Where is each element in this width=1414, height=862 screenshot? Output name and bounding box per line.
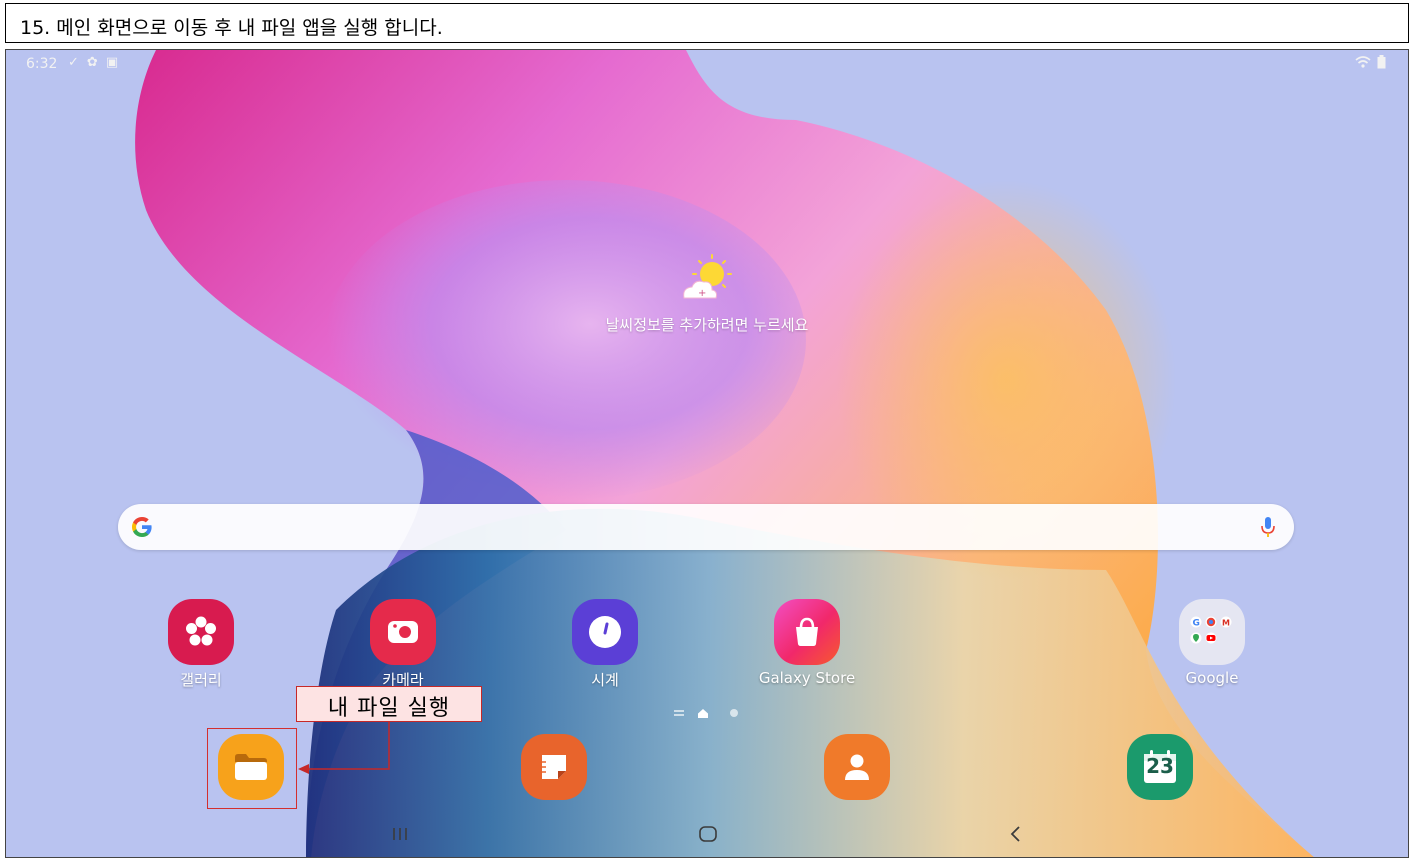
callout-label: 내 파일 실행 <box>296 686 482 722</box>
highlight-my-files <box>207 728 297 809</box>
calendar-date: 23 <box>1146 754 1174 778</box>
gear-icon: ✿ <box>86 55 98 70</box>
instruction-caption: 15. 메인 화면으로 이동 후 내 파일 앱을 실행 합니다. <box>5 3 1409 43</box>
mic-icon[interactable] <box>1260 515 1276 539</box>
image-icon: ▣ <box>105 55 119 70</box>
app-label: 갤러리 <box>180 671 222 689</box>
app-label: 시계 <box>591 671 619 689</box>
clock-icon <box>572 599 638 665</box>
google-g-icon <box>132 517 152 537</box>
sun-cloud-icon[interactable]: + <box>670 250 750 310</box>
galaxy-store-icon <box>774 599 840 665</box>
navigation-bar <box>6 809 1408 857</box>
app-galaxy-store[interactable]: Galaxy Store <box>752 599 862 687</box>
app-google-folder[interactable]: G M Google <box>1157 599 1267 687</box>
battery-icon <box>1377 55 1386 69</box>
gallery-icon <box>168 599 234 665</box>
svg-text:G: G <box>1193 619 1200 629</box>
weather-prompt[interactable]: 날씨정보를 추가하려면 누르세요 <box>556 314 858 335</box>
back-icon[interactable] <box>996 819 1036 849</box>
contacts-icon[interactable] <box>824 734 890 800</box>
app-gallery[interactable]: 갤러리 <box>146 599 256 690</box>
check-icon: ✓ <box>68 55 79 70</box>
camera-icon <box>370 599 436 665</box>
wifi-icon <box>1355 56 1371 68</box>
recents-icon[interactable] <box>380 819 420 849</box>
google-folder-icon: G M <box>1179 599 1245 665</box>
callout-text: 내 파일 실행 <box>327 696 451 721</box>
notes-icon[interactable] <box>521 734 587 800</box>
app-label: Google <box>1185 669 1239 687</box>
google-search-bar[interactable] <box>118 504 1294 550</box>
page-indicator <box>674 709 738 718</box>
svg-text:M: M <box>1222 619 1230 628</box>
home-icon[interactable] <box>688 819 728 849</box>
caption-text: 15. 메인 화면으로 이동 후 내 파일 앱을 실행 합니다. <box>20 17 443 39</box>
status-time: 6:32 <box>26 56 58 72</box>
status-bar: 6:32 ✓ ✿ ▣ <box>6 50 1408 76</box>
app-label: Galaxy Store <box>758 669 856 687</box>
svg-text:+: + <box>698 288 706 299</box>
app-camera[interactable]: 카메라 <box>348 599 458 690</box>
app-clock[interactable]: 시계 <box>550 599 660 690</box>
